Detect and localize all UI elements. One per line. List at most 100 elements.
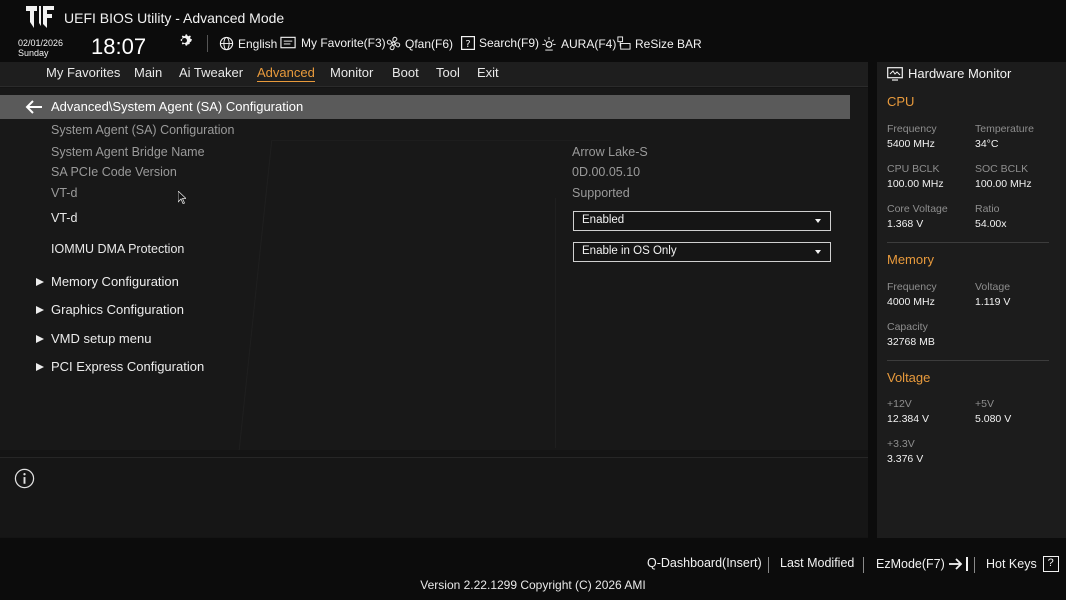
core-voltage-value: 1.368 V xyxy=(887,218,924,230)
search-help-icon: ? xyxy=(461,36,475,50)
memory-voltage-label: Voltage xyxy=(975,281,1011,293)
mouse-cursor-icon xyxy=(178,191,186,204)
info-value-vtd: Supported xyxy=(572,186,630,200)
tab-my-favorites[interactable]: My Favorites xyxy=(46,65,120,80)
last-modified-button[interactable]: Last Modified xyxy=(780,556,854,570)
soc-bclk-value: 100.00 MHz xyxy=(975,178,1032,190)
submenu-label: Graphics Configuration xyxy=(51,302,184,317)
submenu-graphics-configuration[interactable]: Graphics Configuration xyxy=(36,302,184,317)
tab-advanced[interactable]: Advanced xyxy=(257,65,315,82)
tab-exit[interactable]: Exit xyxy=(477,65,499,80)
help-key-icon: ? xyxy=(1042,556,1059,572)
hw-section-divider xyxy=(887,242,1049,243)
cpu-heading: CPU xyxy=(887,94,915,109)
help-description-area xyxy=(0,457,868,537)
voltage-heading: Voltage xyxy=(887,370,931,385)
v5-label: +5V xyxy=(975,398,994,410)
top-header: UEFI BIOS Utility - Advanced Mode 02/01/… xyxy=(0,0,1066,62)
my-favorite-button[interactable]: My Favorite(F3) xyxy=(280,36,386,50)
soc-bclk-label: SOC BCLK xyxy=(975,163,1029,175)
vtd-select[interactable]: Enabled xyxy=(573,211,831,231)
qfan-button[interactable]: Qfan(F6) xyxy=(386,36,453,51)
globe-icon xyxy=(219,36,234,51)
language-button[interactable]: English xyxy=(219,36,277,51)
time-display[interactable]: 18:07 xyxy=(91,34,146,60)
cpu-frequency-label: Frequency xyxy=(887,123,937,135)
setting-label-iommu-dma: IOMMU DMA Protection xyxy=(51,242,185,256)
footer-divider xyxy=(974,557,975,573)
info-label-bridge-name: System Agent Bridge Name xyxy=(51,145,205,159)
search-label: Search(F9) xyxy=(479,36,540,50)
cpu-frequency-value: 5400 MHz xyxy=(887,138,935,150)
info-label-pcie-code-version: SA PCIe Code Version xyxy=(51,165,177,179)
language-label: English xyxy=(238,36,278,51)
back-arrow-icon[interactable] xyxy=(25,99,43,115)
version-copyright: Version 2.22.1299 Copyright (C) 2026 AMI xyxy=(420,578,646,592)
memory-heading: Memory xyxy=(887,252,934,267)
tab-boot[interactable]: Boot xyxy=(392,65,419,80)
hardware-monitor-panel: Hardware Monitor CPU Frequency 5400 MHz … xyxy=(877,62,1066,538)
breadcrumb-path: Advanced\System Agent (SA) Configuration xyxy=(51,99,304,114)
memory-capacity-label: Capacity xyxy=(887,321,928,333)
submenu-vmd-setup[interactable]: VMD setup menu xyxy=(36,331,151,346)
tab-ai-tweaker[interactable]: Ai Tweaker xyxy=(179,65,243,80)
cpu-bclk-label: CPU BCLK xyxy=(887,163,940,175)
tab-main[interactable]: Main xyxy=(134,65,162,80)
ratio-value: 54.00x xyxy=(975,218,1007,230)
cpu-temperature-label: Temperature xyxy=(975,123,1034,135)
date-display: 02/01/2026 Sunday xyxy=(18,38,63,58)
memory-frequency-label: Frequency xyxy=(887,281,937,293)
qfan-label: Qfan(F6) xyxy=(405,36,454,51)
submenu-memory-configuration[interactable]: Memory Configuration xyxy=(36,274,179,289)
footer-bar: Q-Dashboard(Insert) Last Modified EzMode… xyxy=(0,538,1066,600)
tab-tool[interactable]: Tool xyxy=(436,65,460,80)
vtd-select-value: Enabled xyxy=(582,214,625,226)
cpu-bclk-value: 100.00 MHz xyxy=(887,178,944,190)
tuf-logo xyxy=(26,6,54,28)
day-text: Sunday xyxy=(18,48,49,58)
monitor-icon xyxy=(887,66,903,81)
header-divider xyxy=(207,35,208,52)
ratio-label: Ratio xyxy=(975,203,1000,215)
v12-value: 12.384 V xyxy=(887,413,930,425)
q-dashboard-button[interactable]: Q-Dashboard(Insert) xyxy=(647,556,762,570)
gear-icon[interactable] xyxy=(176,32,193,49)
ezmode-label: EzMode(F7) xyxy=(876,557,945,571)
submenu-pci-express-configuration[interactable]: PCI Express Configuration xyxy=(36,359,204,374)
chevron-down-icon xyxy=(815,250,821,254)
aura-icon xyxy=(542,36,556,51)
memory-voltage-value: 1.119 V xyxy=(975,296,1011,308)
menu-tabs: My Favorites Main Ai Tweaker Advanced Mo… xyxy=(0,62,868,87)
aura-button[interactable]: AURA(F4) xyxy=(541,36,616,51)
tab-monitor[interactable]: Monitor xyxy=(330,65,373,80)
footer-divider xyxy=(863,557,864,573)
breadcrumb[interactable]: Advanced\System Agent (SA) Configuration xyxy=(0,95,850,119)
fan-icon xyxy=(386,36,401,51)
v5-value: 5.080 V xyxy=(975,413,1012,425)
resize-bar-label: ReSize BAR xyxy=(635,36,702,51)
setting-label-vtd: VT-d xyxy=(51,211,78,225)
ezmode-button[interactable]: EzMode(F7) xyxy=(876,556,970,572)
resize-bar-button[interactable]: ReSize BAR xyxy=(616,36,702,51)
info-label-vtd: VT-d xyxy=(51,186,78,200)
iommu-dma-select[interactable]: Enable in OS Only xyxy=(573,242,831,262)
hot-keys-button[interactable]: Hot Keys ? xyxy=(986,556,1059,572)
section-title: System Agent (SA) Configuration xyxy=(51,123,235,137)
info-value-pcie-code-version: 0D.00.05.10 xyxy=(572,165,641,179)
app-title: UEFI BIOS Utility - Advanced Mode xyxy=(64,10,285,26)
hardware-monitor-title: Hardware Monitor xyxy=(887,66,1011,81)
memory-frequency-value: 4000 MHz xyxy=(887,296,935,308)
aura-label: AURA(F4) xyxy=(561,36,617,51)
submenu-label: Memory Configuration xyxy=(51,274,179,289)
memory-capacity-value: 32768 MB xyxy=(887,336,935,348)
info-icon xyxy=(14,468,35,489)
submenu-label: PCI Express Configuration xyxy=(51,359,205,374)
core-voltage-label: Core Voltage xyxy=(887,203,948,215)
date-text: 02/01/2026 xyxy=(18,38,64,48)
submenu-label: VMD setup menu xyxy=(51,331,152,346)
v33-label: +3.3V xyxy=(887,438,915,450)
hardware-monitor-label: Hardware Monitor xyxy=(908,66,1012,81)
footer-divider xyxy=(768,557,769,573)
panel-divider xyxy=(868,62,877,538)
search-button[interactable]: ? Search(F9) xyxy=(461,36,539,50)
